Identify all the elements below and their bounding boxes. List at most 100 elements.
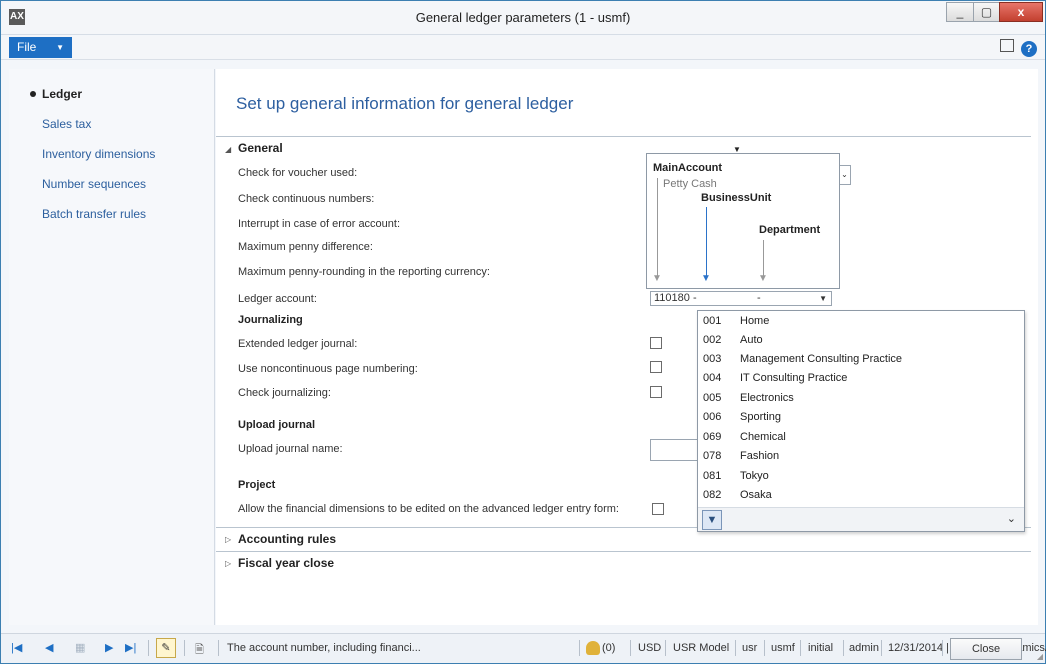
maximize-button[interactable]: ▢ [973,2,1000,22]
divider [881,640,882,656]
expand-arrow-icon[interactable]: ▷ [225,559,231,568]
edit-pencil-icon[interactable]: ✎ [156,638,176,658]
hint-department: Department [759,224,821,236]
active-bullet-icon [30,91,36,97]
list-item[interactable]: 002 Auto [698,331,1024,350]
nav-item-batch-transfer-rules[interactable]: Batch transfer rules [42,207,146,221]
list-item[interactable]: 005 Electronics [698,389,1024,408]
hint-connector [706,207,707,276]
file-menu-label: File [17,40,37,54]
notification-bell-icon[interactable] [586,641,600,655]
hint-main-account: MainAccount [653,162,723,174]
divider [216,136,1031,137]
arrow-down-icon: ▼ [758,273,768,284]
check-voucher-label: Check for voucher used: [238,167,358,179]
max-penny-rounding-label: Maximum penny-rounding in the reporting … [238,266,490,278]
divider [218,640,219,656]
chevron-down-icon: ▼ [56,43,64,52]
grid-icon[interactable]: ▦ [75,641,85,654]
collapse-arrow-icon[interactable]: ◢ [225,145,231,154]
hint-connector [657,178,658,276]
partition-status: initial [808,642,834,654]
nav-item-ledger[interactable]: Ledger [42,87,82,101]
filter-icon[interactable]: ▼ [702,510,722,530]
chevron-down-icon[interactable]: ⌄ [1007,512,1016,525]
arrow-down-icon: ▼ [701,273,711,284]
nav-item-sales-tax[interactable]: Sales tax [42,117,91,131]
divider [579,640,580,656]
section-fiscal-year-close-header[interactable]: Fiscal year close [238,556,334,570]
close-window-button[interactable]: x [999,2,1043,22]
divider [216,551,1031,552]
help-icon[interactable]: ? [1021,41,1037,57]
list-item[interactable]: 082 Osaka [698,486,1024,505]
list-item[interactable]: 006 Sporting [698,408,1024,427]
last-record-icon[interactable]: ▶| [125,641,136,654]
page-heading: Set up general information for general l… [236,94,574,113]
next-record-icon[interactable]: ▶ [105,641,113,654]
notification-count[interactable]: (0) [602,642,615,654]
interrupt-label: Interrupt in case of error account: [238,218,401,230]
business-unit-lookup: 001 Home 002 Auto 003 Management Consulting… [697,310,1025,532]
divider [184,640,185,656]
check-journalizing-checkbox[interactable] [650,386,662,398]
divider [942,640,943,656]
segment-department[interactable]: - [757,292,761,304]
nav-item-inventory-dimensions[interactable]: Inventory dimensions [42,147,155,161]
window: AX General ledger parameters (1 - usmf) … [0,0,1046,664]
upload-journal-name-field[interactable] [650,439,700,461]
previous-record-icon[interactable]: ◀ [45,641,53,654]
hint-connector [763,240,764,276]
extended-ledger-journal-checkbox[interactable] [650,337,662,349]
resize-grip-icon[interactable]: ◢ [1037,652,1043,661]
check-voucher-dropdown[interactable]: ⌄ [839,165,851,185]
content-pane: Set up general information for general l… [216,69,1038,625]
list-item[interactable]: 081 Tokyo [698,467,1024,486]
first-record-icon[interactable]: |◀ [11,641,22,654]
navigation-pane: Ledger Sales tax Inventory dimensions Nu… [9,69,215,625]
status-message: The account number, including financi... [227,642,421,654]
check-continuous-label: Check continuous numbers: [238,193,375,205]
allow-dimensions-checkbox[interactable] [652,503,664,515]
attachment-icon[interactable]: 🗎 [195,641,204,660]
lookup-footer: ▼ ⌄ [698,507,1024,531]
hint-business-unit: BusinessUnit [701,192,772,204]
layout-icon[interactable] [999,39,1014,52]
list-item[interactable]: 069 Chemical [698,428,1024,447]
ledger-account-segmented-field[interactable]: 110180 - - ▼ [650,291,832,306]
segment-main-account[interactable]: 110180 - [654,292,697,304]
max-penny-label: Maximum penny difference: [238,241,373,253]
divider [800,640,801,656]
upload-journal-group-title: Upload journal [238,419,315,431]
check-journalizing-label: Check journalizing: [238,387,331,399]
section-accounting-rules-header[interactable]: Accounting rules [238,532,336,546]
extended-ledger-journal-label: Extended ledger journal: [238,338,358,350]
title-bar: AX General ledger parameters (1 - usmf) … [1,1,1045,35]
list-item[interactable]: 004 IT Consulting Practice [698,369,1024,388]
list-item[interactable]: 003 Management Consulting Practice [698,350,1024,369]
upload-journal-name-label: Upload journal name: [238,443,343,455]
list-item[interactable]: 078 Fashion [698,447,1024,466]
divider [148,640,149,656]
noncontinuous-numbering-checkbox[interactable] [650,361,662,373]
expand-arrow-icon[interactable]: ▷ [225,535,231,544]
nav-item-number-sequences[interactable]: Number sequences [42,177,146,191]
allow-dimensions-label: Allow the financial dimensions to be edi… [238,503,619,515]
model-status: USR Model [673,642,730,654]
chevron-down-icon[interactable]: ▼ [819,294,827,303]
close-button[interactable]: Close [950,638,1022,660]
user-status: admin [849,642,879,654]
divider [764,640,765,656]
section-general-header[interactable]: General [238,141,283,155]
file-menu-button[interactable]: File ▼ [9,37,72,58]
window-title: General ledger parameters (1 - usmf) [415,10,631,25]
divider [843,640,844,656]
noncontinuous-numbering-label: Use noncontinuous page numbering: [238,363,418,375]
minimize-button[interactable]: _ [946,2,974,22]
project-group-title: Project [238,479,276,491]
list-item[interactable]: 001 Home [698,312,1024,331]
divider [735,640,736,656]
ledger-account-label: Ledger account: [238,293,317,305]
segment-hint-popup: MainAccount Petty Cash BusinessUnit Depa… [646,153,840,289]
hint-main-account-value: Petty Cash [663,178,717,190]
